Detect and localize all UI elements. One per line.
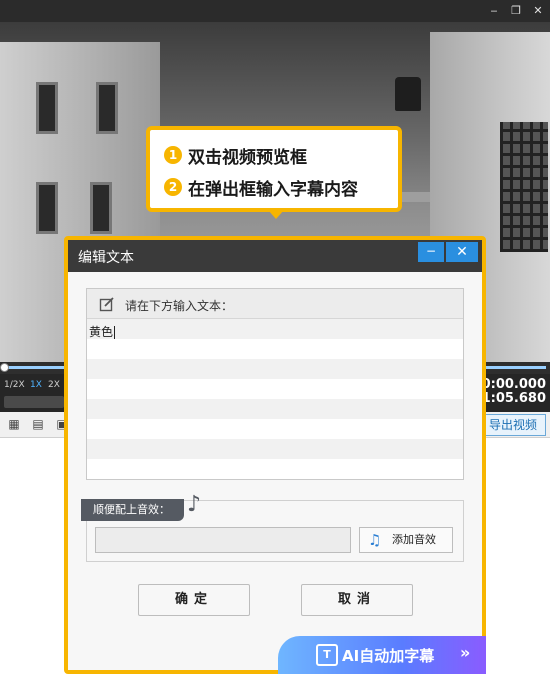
- step-text: 双击视频预览框: [188, 147, 307, 168]
- sound-effect-section: 顺便配上音效： ♪ ♫ 添加音效: [81, 493, 464, 562]
- instruction-callout: 1 双击视频预览框 2 在弹出框输入字幕内容: [146, 126, 402, 212]
- window-image: [36, 82, 58, 134]
- step-number-badge: 1: [164, 146, 182, 164]
- editor-label: 请在下方输入文本：: [125, 299, 234, 313]
- double-chevron-right-icon: »: [460, 643, 471, 662]
- sound-effect-field[interactable]: [95, 527, 351, 553]
- window-image: [36, 182, 58, 234]
- dialog-close-icon[interactable]: ✕: [446, 242, 478, 262]
- sound-effect-label: 顺便配上音效：: [81, 499, 184, 521]
- subtitle-icon: T: [316, 644, 338, 666]
- callout-step-2: 2 在弹出框输入字幕内容: [164, 174, 358, 200]
- dialog-title: 编辑文本: [78, 250, 134, 266]
- speed-normal[interactable]: 1X: [30, 380, 42, 390]
- settings-icon[interactable]: ▦: [6, 417, 22, 431]
- folder-icon[interactable]: ▤: [30, 417, 46, 431]
- dialog-minimize-icon[interactable]: −: [418, 242, 444, 262]
- music-note-icon: ♪: [187, 492, 202, 517]
- ok-button[interactable]: 确定: [138, 584, 250, 616]
- editor-text-input[interactable]: 黄色: [89, 323, 116, 340]
- window-image: [90, 182, 112, 234]
- title-bar: ‒ ❐ ✕: [0, 0, 550, 22]
- editor-header: 请在下方输入文本：: [87, 289, 463, 319]
- minimize-icon[interactable]: ‒: [486, 3, 502, 19]
- cancel-button[interactable]: 取消: [301, 584, 413, 616]
- edit-text-dialog: 编辑文本 − ✕ 请在下方输入文本： 黄色 顺便配上音效： ♪ ♫ 添加音效 确…: [64, 236, 486, 674]
- export-video-button[interactable]: 导出视频: [480, 414, 546, 436]
- window-grille-image: [500, 122, 548, 252]
- add-sound-label: 添加音效: [392, 533, 436, 546]
- text-editor[interactable]: 请在下方输入文本： 黄色: [86, 288, 464, 480]
- window-image: [96, 82, 118, 134]
- editor-value: 黄色: [89, 325, 114, 339]
- editor-lines[interactable]: [87, 319, 463, 479]
- restore-icon[interactable]: ❐: [508, 3, 524, 19]
- step-text: 在弹出框输入字幕内容: [188, 179, 358, 200]
- street-lamp-image: [395, 77, 421, 111]
- speed-half[interactable]: 1/2X: [4, 380, 25, 390]
- ai-subtitle-label: AI自动加字幕: [342, 647, 435, 665]
- add-music-icon: ♫: [368, 531, 382, 549]
- callout-step-1: 1 双击视频预览框: [164, 142, 307, 168]
- text-caret: [114, 326, 116, 339]
- ai-subtitle-button[interactable]: T AI自动加字幕 »: [278, 636, 486, 674]
- edit-icon: [99, 296, 115, 312]
- dialog-title-bar: 编辑文本 − ✕: [68, 240, 482, 272]
- frame-step-controls[interactable]: [4, 396, 64, 408]
- app-window: ‒ ❐ ✕ 1 双击视频预览框 2 在弹出框输入字幕内容 1/2X 1X 2X …: [0, 0, 550, 675]
- close-icon[interactable]: ✕: [530, 3, 546, 19]
- add-sound-button[interactable]: ♫ 添加音效: [359, 527, 453, 553]
- callout-pointer: [268, 210, 284, 219]
- progress-knob[interactable]: [0, 363, 9, 372]
- speed-double[interactable]: 2X: [48, 380, 60, 390]
- step-number-badge: 2: [164, 178, 182, 196]
